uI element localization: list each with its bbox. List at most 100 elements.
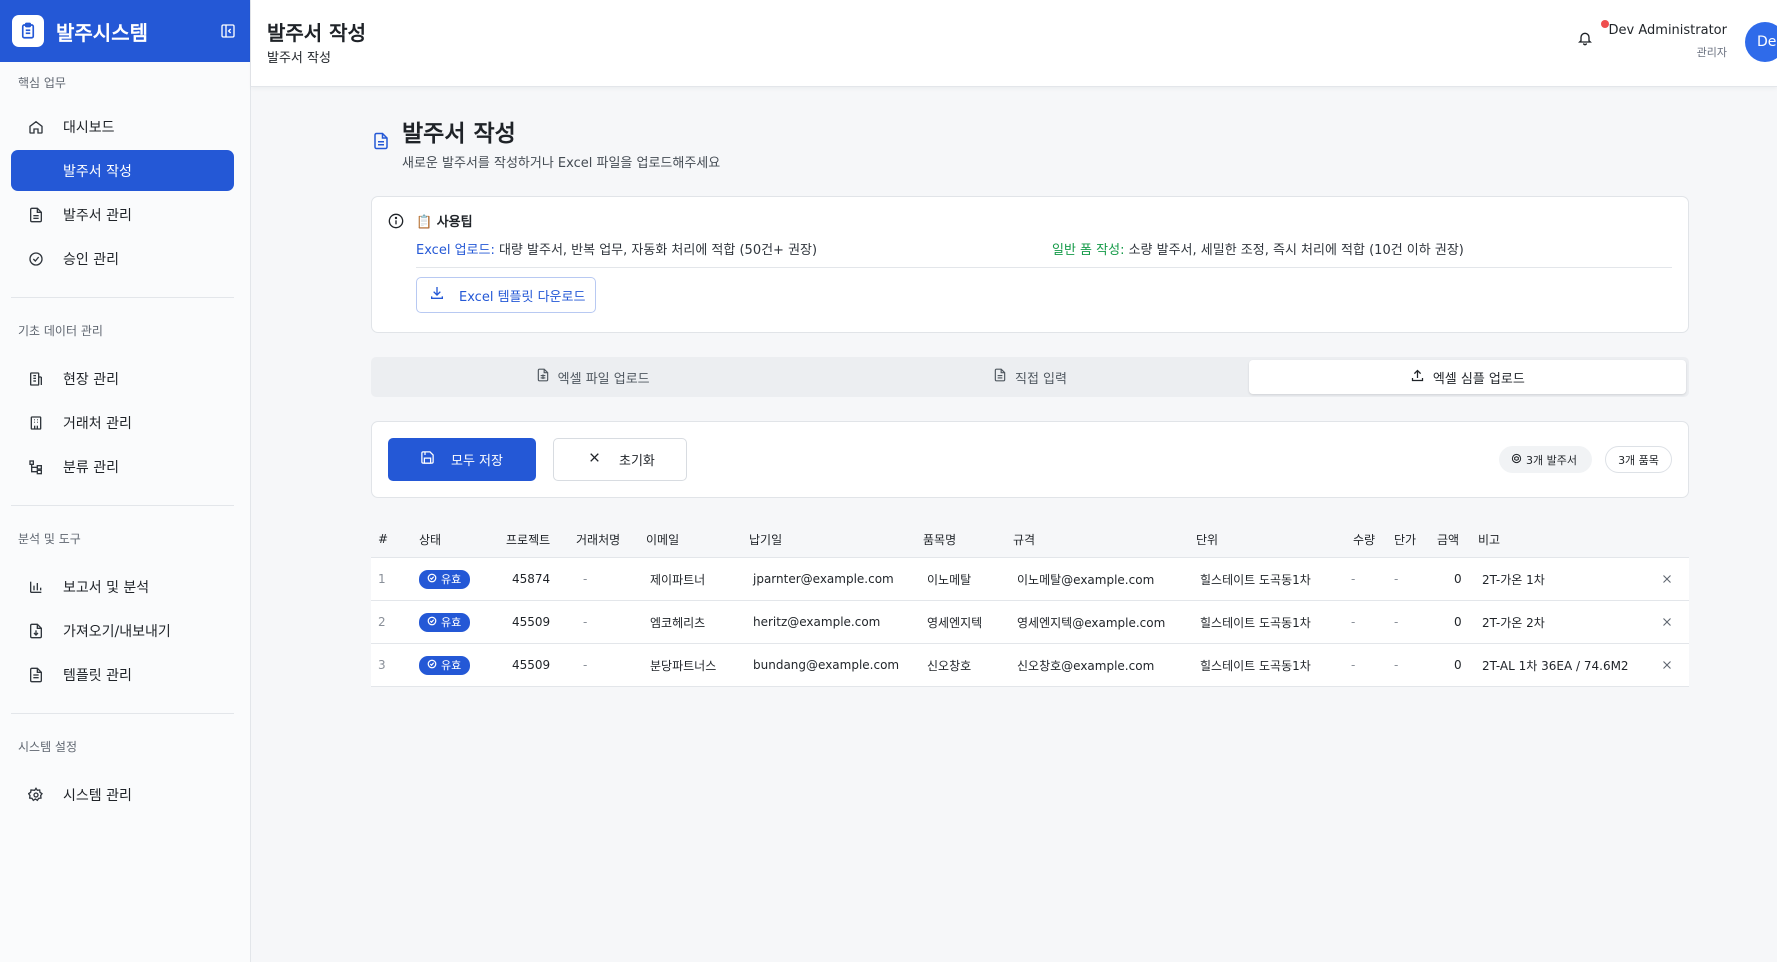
building-icon (27, 370, 45, 388)
usage-tips-card: 📋 사용팁 Excel 업로드: 대량 발주서, 반복 업무, 자동화 처리에 … (371, 196, 1689, 333)
sidebar-item-order-management[interactable]: 발주서 관리 (11, 194, 234, 235)
sidebar-item-approval[interactable]: 승인 관리 (11, 238, 234, 279)
delete-row-icon[interactable] (1661, 644, 1673, 686)
due-date-cell: jparnter@example.com (753, 572, 894, 586)
items-count-badge: 3개 품목 (1605, 446, 1672, 473)
main-content: 발주서 작성 새로운 발주서를 작성하거나 Excel 파일을 업로드해주세요 … (251, 87, 1777, 962)
clipboard-logo-icon (12, 15, 44, 47)
column-header: 수량 (1353, 532, 1376, 547)
sidebar-item-templates[interactable]: 템플릿 관리 (11, 654, 234, 695)
sidebar-item-system[interactable]: 시스템 관리 (11, 774, 234, 815)
sidebar-item-label: 템플릿 관리 (63, 667, 132, 684)
document-icon (372, 131, 392, 151)
sidebar-item-vendors[interactable]: 거래처 관리 (11, 402, 234, 443)
nav-divider (11, 297, 234, 298)
tab-excel-simple-upload[interactable]: 엑셀 심플 업로드 (1248, 360, 1686, 394)
column-header: 규격 (1013, 532, 1036, 547)
sidebar-collapse-icon[interactable] (218, 21, 238, 41)
nav-section-master-data: 기초 데이터 관리 (18, 324, 103, 338)
sidebar-item-label: 승인 관리 (63, 251, 119, 268)
row-number: 1 (378, 572, 386, 586)
vendor-cell: - (583, 658, 588, 672)
document-icon (27, 206, 45, 224)
bell-icon[interactable] (1577, 30, 1597, 50)
action-bar: 모두 저장 초기화 3개 발주서 3개 품목 (371, 421, 1689, 498)
sidebar-item-label: 대시보드 (63, 119, 115, 136)
spec-cell: 영세엔지텍@example.com (1017, 615, 1166, 630)
sidebar: 발주시스템 핵심 업무 대시보드 발주서 작성 발주서 관리 승인 관리 기초 … (0, 0, 251, 962)
spec-cell: 신오창호@example.com (1017, 658, 1155, 673)
breadcrumb: 발주서 작성 (267, 51, 331, 66)
amount-cell: 0 (1454, 572, 1462, 586)
file-import-icon (27, 622, 45, 640)
header-title: 발주서 작성 (267, 21, 366, 45)
project-cell: 45509 (512, 658, 551, 672)
tip-form-label: 일반 폼 작성: (1052, 243, 1125, 258)
download-template-button[interactable]: Excel 템플릿 다운로드 (416, 277, 596, 313)
status-badge: 유효 (419, 655, 471, 675)
vendor-cell: - (583, 572, 588, 586)
nav-section-core: 핵심 업무 (18, 76, 66, 90)
column-header: # (378, 532, 389, 546)
check-circle-icon (427, 573, 437, 586)
status-badge: 유효 (419, 569, 471, 589)
sidebar-item-label: 거래처 관리 (63, 415, 132, 432)
tip-form: 일반 폼 작성: 소량 발주서, 세밀한 조정, 즉시 처리에 적합 (10건 … (1052, 239, 1464, 258)
sidebar-item-categories[interactable]: 분류 관리 (11, 446, 234, 487)
unit-cell: 힐스테이트 도곡동1차 (1200, 615, 1311, 630)
save-all-button[interactable]: 모두 저장 (388, 438, 536, 481)
amount-cell: 0 (1454, 658, 1462, 672)
top-header: 발주서 작성 발주서 작성 Dev Administrator 관리자 De (251, 0, 1777, 87)
upload-tabs: 엑셀 파일 업로드 직접 입력 엑셀 심플 업로드 (371, 357, 1689, 397)
table-row: 3 유효 45509 - 분당파트너스 bundang@example.com … (371, 644, 1689, 687)
item-name-cell: 이노메탈 (927, 572, 972, 587)
sidebar-item-label: 현장 관리 (63, 371, 119, 388)
project-cell: 45874 (512, 572, 551, 586)
check-circle-icon (427, 616, 437, 629)
row-number: 3 (378, 658, 386, 672)
due-date-cell: bundang@example.com (753, 658, 900, 672)
column-header: 거래처명 (576, 532, 621, 547)
unit-cell: 힐스테이트 도곡동1차 (1200, 658, 1311, 673)
sidebar-item-dashboard[interactable]: 대시보드 (11, 106, 234, 147)
column-header: 금액 (1437, 532, 1460, 547)
email-cell: 엠코헤리츠 (650, 615, 706, 630)
tab-excel-file-upload[interactable]: 엑셀 파일 업로드 (374, 360, 811, 394)
tab-label: 엑셀 심플 업로드 (1432, 371, 1525, 387)
tab-label: 직접 입력 (1015, 371, 1067, 387)
status-cell: 유효 (419, 601, 471, 643)
brand-header: 발주시스템 (0, 0, 250, 62)
sidebar-item-label: 시스템 관리 (63, 787, 132, 804)
sidebar-item-reports[interactable]: 보고서 및 분석 (11, 566, 234, 607)
status-cell: 유효 (419, 558, 471, 600)
avatar[interactable]: De (1745, 22, 1777, 62)
tab-direct-input[interactable]: 직접 입력 (811, 360, 1248, 394)
reset-button[interactable]: 초기화 (553, 438, 687, 481)
save-all-label: 모두 저장 (451, 454, 503, 469)
orders-count-badge: 3개 발주서 (1499, 446, 1592, 473)
column-header: 프로젝트 (506, 532, 551, 547)
note-cell: 2T-AL 1차 36EA / 74.6M2 (1482, 658, 1629, 673)
tip-excel-label: Excel 업로드: (416, 243, 495, 258)
upload-icon (1410, 368, 1425, 387)
tip-form-text: 소량 발주서, 세밀한 조정, 즉시 처리에 적합 (10건 이하 권장) (1124, 243, 1464, 258)
quantity-cell: - (1351, 572, 1356, 586)
sidebar-item-label: 보고서 및 분석 (63, 579, 150, 596)
note-cell: 2T-가온 2차 (1482, 615, 1545, 630)
unit-price-cell: - (1394, 572, 1399, 586)
item-name-cell: 신오창호 (927, 658, 972, 673)
table-row: 2 유효 45509 - 엠코헤리츠 heritz@example.com 영세… (371, 601, 1689, 644)
delete-row-icon[interactable] (1661, 601, 1673, 643)
bar-chart-icon (27, 578, 45, 596)
spec-cell: 이노메탈@example.com (1017, 572, 1155, 587)
hierarchy-icon (27, 458, 45, 476)
status-label: 유효 (441, 573, 462, 586)
tip-excel-text: 대량 발주서, 반복 업무, 자동화 처리에 적합 (50건+ 권장) (494, 243, 818, 258)
nav-divider (11, 505, 234, 506)
sidebar-item-create-order[interactable]: 발주서 작성 (11, 150, 234, 191)
sidebar-item-sites[interactable]: 현장 관리 (11, 358, 234, 399)
column-header: 품목명 (923, 532, 957, 547)
delete-row-icon[interactable] (1661, 558, 1673, 600)
sidebar-item-import-export[interactable]: 가져오기/내보내기 (11, 610, 234, 651)
reset-label: 초기화 (619, 454, 655, 469)
